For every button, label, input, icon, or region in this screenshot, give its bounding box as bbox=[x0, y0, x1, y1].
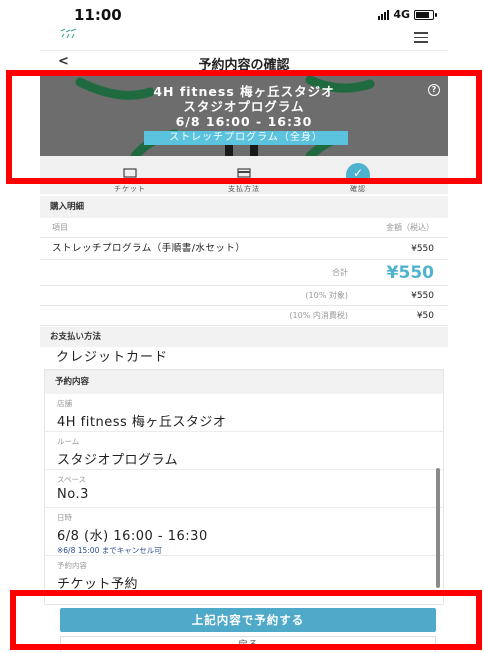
total-label: 合計 bbox=[332, 268, 348, 277]
field-space: スペース No.3 bbox=[45, 470, 443, 508]
tax-target-label: (10% 対象) bbox=[305, 291, 348, 300]
reservation-details[interactable]: 予約内容 店舗 4H fitness 梅ヶ丘スタジオ ルーム スタジオプログラム… bbox=[44, 369, 444, 605]
step-label: チケット bbox=[114, 185, 146, 193]
payment-section-title: お支払い方法 bbox=[40, 327, 448, 347]
tax-included-value: ¥50 bbox=[416, 311, 434, 321]
col-amount-header: 金額（税込） bbox=[386, 223, 434, 232]
total-row: 合計 ¥550 bbox=[40, 260, 448, 286]
item-price: ¥550 bbox=[411, 244, 434, 254]
status-bar: 11:00 4G bbox=[0, 0, 484, 28]
page-title: 予約内容の確認 bbox=[198, 58, 290, 73]
banner-datetime: 6/8 16:00 - 16:30 bbox=[175, 114, 313, 129]
field-value: No.3 bbox=[57, 487, 89, 502]
status-indicators: 4G bbox=[378, 8, 437, 21]
ticket-icon bbox=[118, 162, 142, 184]
payment-method-value: クレジットカード bbox=[56, 350, 169, 365]
program-banner: 4H fitness 梅ヶ丘スタジオ スタジオプログラム 6/8 16:00 -… bbox=[40, 72, 448, 156]
total-value: ¥550 bbox=[386, 263, 434, 283]
field-reservation-type: 予約内容 チケット予約 bbox=[45, 556, 443, 596]
field-label: スペース bbox=[57, 475, 87, 484]
check-icon: ✓ bbox=[346, 162, 370, 184]
signal-icon bbox=[378, 9, 390, 20]
banner-studio: 4H fitness 梅ヶ丘スタジオ bbox=[153, 84, 335, 99]
tax-included-label: (10% 内消費税) bbox=[289, 311, 348, 320]
battery-icon bbox=[414, 9, 437, 20]
step-label: 支払方法 bbox=[228, 185, 260, 193]
tax-included-row: (10% 内消費税) ¥50 bbox=[40, 306, 448, 326]
cancel-deadline-note: ※6/8 15:00 までキャンセル可 bbox=[57, 546, 162, 555]
field-label: 日時 bbox=[57, 513, 72, 522]
program-badge: ストレッチプログラム（全身） bbox=[144, 131, 348, 145]
purchase-item-row: ストレッチプログラム（手順書/水セット） ¥550 bbox=[40, 238, 448, 260]
logo-icon bbox=[60, 28, 77, 39]
card-icon bbox=[232, 162, 256, 184]
status-time: 11:00 bbox=[74, 6, 122, 24]
step-ticket: チケット bbox=[70, 156, 190, 194]
field-label: ルーム bbox=[57, 437, 80, 446]
tax-target-value: ¥550 bbox=[411, 291, 434, 301]
app-header bbox=[40, 26, 448, 50]
scrollbar[interactable] bbox=[436, 468, 440, 588]
purchase-section-title: 購入明細 bbox=[40, 196, 448, 218]
field-label: 予約内容 bbox=[57, 561, 87, 570]
reservation-section-title: 予約内容 bbox=[45, 370, 443, 394]
network-type: 4G bbox=[393, 8, 410, 21]
tax-target-row: (10% 対象) ¥550 bbox=[40, 286, 448, 306]
step-label: 確認 bbox=[350, 185, 366, 193]
help-icon[interactable]: ? bbox=[428, 84, 440, 96]
field-value: 6/8 (水) 16:00 - 16:30 bbox=[57, 529, 208, 544]
field-label: 店舗 bbox=[57, 399, 72, 408]
reserve-button[interactable]: 上記内容で予約する bbox=[60, 608, 436, 632]
field-room: ルーム スタジオプログラム bbox=[45, 432, 443, 470]
col-item-header: 項目 bbox=[52, 223, 68, 232]
field-store: 店舗 4H fitness 梅ヶ丘スタジオ bbox=[45, 394, 443, 432]
field-value: スタジオプログラム bbox=[57, 453, 179, 468]
menu-icon[interactable] bbox=[414, 32, 428, 46]
step-payment: 支払方法 bbox=[184, 156, 304, 194]
field-datetime: 日時 6/8 (水) 16:00 - 16:30 ※6/8 15:00 までキャ… bbox=[45, 508, 443, 556]
step-confirm: ✓ 確認 bbox=[298, 156, 418, 194]
field-value: 4H fitness 梅ヶ丘スタジオ bbox=[57, 415, 227, 430]
field-value: チケット予約 bbox=[57, 577, 139, 592]
banner-program: スタジオプログラム bbox=[183, 99, 305, 114]
item-name: ストレッチプログラム（手順書/水セット） bbox=[52, 243, 246, 254]
app-logo[interactable] bbox=[60, 28, 78, 42]
back-button-bottom[interactable]: 戻る bbox=[60, 636, 436, 652]
progress-steps: チケット 支払方法 ✓ 確認 bbox=[40, 156, 448, 194]
nav-bar: < 予約内容の確認 bbox=[40, 50, 448, 73]
banner-text: 4H fitness 梅ヶ丘スタジオ スタジオプログラム 6/8 16:00 -… bbox=[40, 84, 448, 129]
purchase-header-row: 項目 金額（税込） bbox=[40, 218, 448, 238]
